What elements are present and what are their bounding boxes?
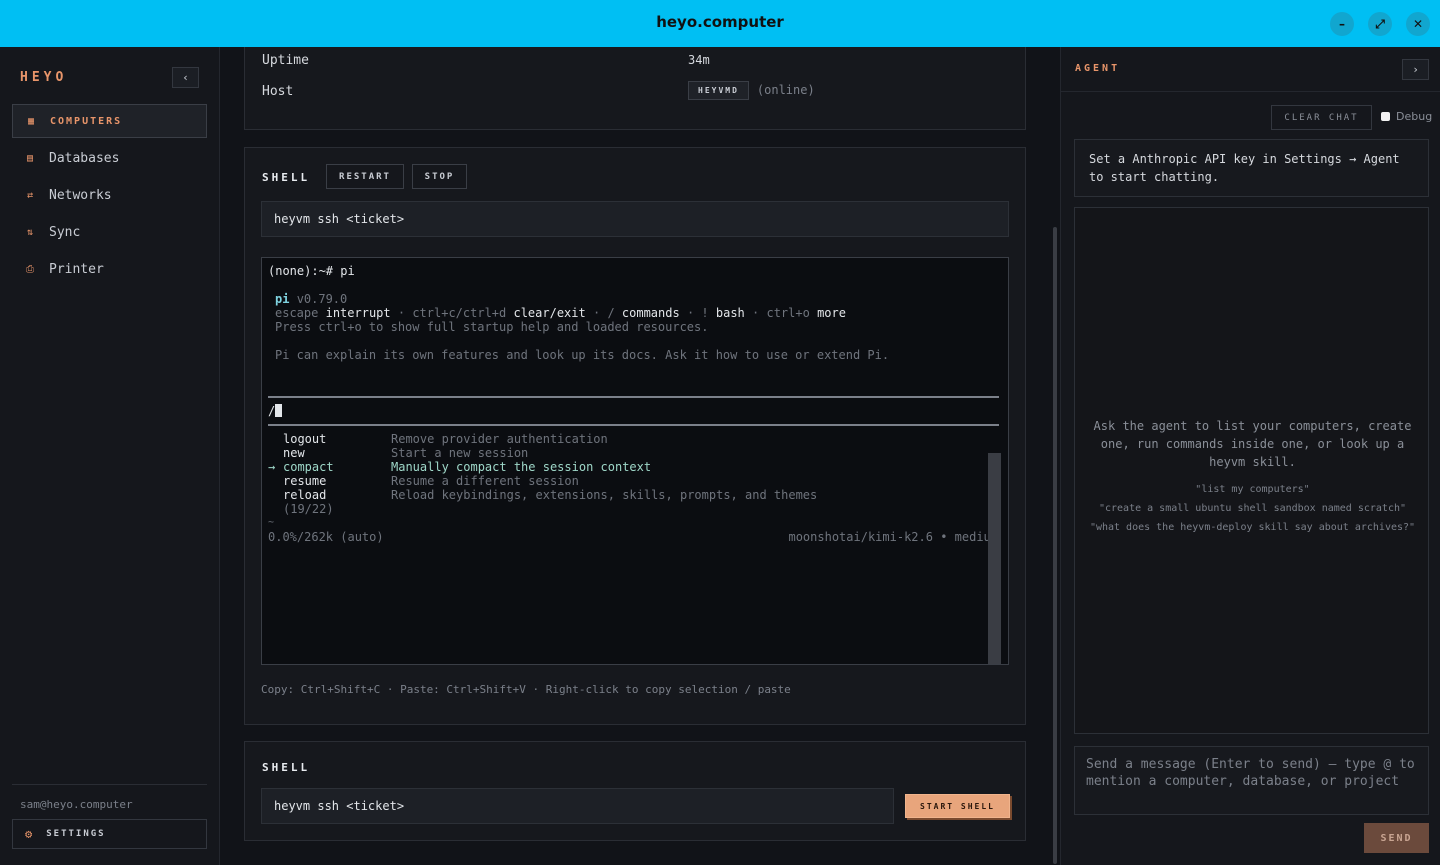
sidebar: HEYO ‹ ▦ COMPUTERS ▤ Databases ⇄ Network… — [0, 47, 220, 865]
menu-item-logout[interactable]: logout — [283, 432, 326, 446]
collapse-agent-button[interactable]: › — [1402, 59, 1429, 80]
menu-item-desc: Reload keybindings, extensions, skills, … — [391, 488, 818, 502]
close-button[interactable]: ✕ — [1406, 12, 1430, 36]
menu-item-compact[interactable]: compact — [283, 460, 334, 474]
debug-label: Debug — [1396, 110, 1433, 123]
start-shell-button[interactable]: START SHELL — [905, 794, 1010, 818]
main-content: Uptime 34m Host HEYVMD (online) SHELL RES… — [220, 47, 1060, 865]
debug-checkbox[interactable] — [1381, 112, 1390, 121]
send-button[interactable]: SEND — [1364, 823, 1429, 853]
stop-button[interactable]: STOP — [412, 164, 467, 189]
sidebar-item-label: Printer — [49, 261, 104, 277]
shell-card-2: SHELL heyvm ssh <ticket> START SHELL — [244, 741, 1026, 841]
menu-item-desc: Remove provider authentication — [391, 432, 608, 446]
window-title: heyo.computer — [656, 13, 784, 31]
agent-header: AGENT › — [1061, 47, 1440, 92]
sidebar-item-sync[interactable]: ⇅ Sync — [12, 215, 207, 249]
restart-button[interactable]: RESTART — [326, 164, 404, 189]
sync-icon: ⇅ — [26, 226, 34, 238]
title-bar: heyo.computer – ⤢ ✕ — [0, 0, 1440, 47]
close-icon: ✕ — [1412, 17, 1424, 31]
databases-icon: ▤ — [26, 152, 34, 164]
minimize-button[interactable]: – — [1330, 12, 1354, 36]
menu-count: (19/22) — [283, 502, 334, 516]
help-line: Press ctrl+o to show full startup help a… — [275, 320, 709, 334]
sidebar-item-printer[interactable]: ⎙ Printer — [12, 252, 207, 286]
sidebar-item-networks[interactable]: ⇄ Networks — [12, 178, 207, 212]
sidebar-item-label: COMPUTERS — [50, 115, 123, 127]
clipboard-hint: Copy: Ctrl+Shift+C · Paste: Ctrl+Shift+V… — [261, 683, 791, 696]
ssh-command-field[interactable]: heyvm ssh <ticket> — [261, 788, 894, 824]
chevron-right-icon: › — [1412, 63, 1419, 76]
message-input[interactable] — [1074, 746, 1429, 815]
printer-icon: ⎙ — [26, 263, 34, 275]
host-badge[interactable]: HEYVMD — [688, 81, 749, 100]
gear-icon: ⚙ — [25, 827, 35, 841]
sidebar-item-label: Databases — [49, 150, 120, 166]
terminal-prompt: (none):~# pi — [268, 264, 355, 278]
sidebar-item-label: Networks — [49, 187, 112, 203]
menu-item-reload[interactable]: reload — [283, 488, 326, 502]
maximize-icon: ⤢ — [1375, 16, 1385, 31]
main-scrollbar[interactable] — [1053, 227, 1057, 864]
networks-icon: ⇄ — [26, 189, 34, 201]
computers-icon: ▦ — [27, 115, 35, 127]
shell-title: SHELL — [262, 761, 311, 774]
menu-item-desc: Manually compact the session context — [391, 460, 652, 474]
host-value: HEYVMD (online) — [688, 81, 815, 100]
suggestion-item[interactable]: "list my computers" — [1075, 484, 1430, 495]
shell-title: SHELL — [262, 171, 311, 184]
brand-logo: HEYO — [20, 70, 68, 85]
empty-state-text: Ask the agent to list your computers, cr… — [1093, 419, 1412, 469]
terminal-scrollbar[interactable] — [988, 453, 1001, 664]
context-usage: 0.0%/262k (auto) — [268, 530, 384, 544]
debug-toggle[interactable]: Debug — [1381, 110, 1432, 123]
cursor-block — [275, 404, 283, 417]
terminal[interactable]: (none):~# pi pi v0.79.0 escape interrupt… — [261, 257, 1009, 665]
terminal-input-line[interactable]: / — [268, 404, 283, 418]
sidebar-item-databases[interactable]: ▤ Databases — [12, 141, 207, 175]
api-key-notice: Set a Anthropic API key in Settings → Ag… — [1074, 139, 1429, 197]
sidebar-item-label: Sync — [49, 224, 81, 240]
menu-item-resume[interactable]: resume — [283, 474, 326, 488]
sidebar-item-computers[interactable]: ▦ COMPUTERS — [12, 104, 207, 138]
terminal-rule-bottom — [268, 424, 999, 426]
chat-area: Ask the agent to list your computers, cr… — [1074, 207, 1429, 734]
agent-panel: AGENT › CLEAR CHAT Debug Set a Anthropic… — [1060, 47, 1440, 865]
pi-version-line: pi v0.79.0 — [275, 292, 348, 306]
uptime-value: 34m — [688, 53, 710, 67]
minimize-icon: – — [1339, 17, 1345, 31]
user-email: sam@heyo.computer — [20, 798, 133, 811]
sidebar-divider — [12, 784, 207, 785]
uptime-label: Uptime — [262, 53, 309, 68]
pi-keys-line: escape interrupt · ctrl+c/ctrl+d clear/e… — [275, 306, 846, 320]
shell-card: SHELL RESTART STOP heyvm ssh <ticket> (n… — [244, 147, 1026, 725]
collapse-sidebar-button[interactable]: ‹ — [172, 67, 199, 88]
host-label: Host — [262, 84, 294, 99]
selected-arrow-icon: → — [268, 460, 276, 474]
menu-item-new[interactable]: new — [283, 446, 305, 460]
terminal-rule-top — [268, 396, 999, 398]
agent-title: AGENT — [1075, 63, 1121, 74]
clear-chat-button[interactable]: CLEAR CHAT — [1271, 105, 1372, 130]
settings-label: SETTINGS — [46, 829, 106, 839]
suggestion-item[interactable]: "create a small ubuntu shell sandbox nam… — [1075, 503, 1430, 514]
computer-details-card: Uptime 34m Host HEYVMD (online) — [244, 47, 1026, 130]
suggestion-item[interactable]: "what does the heyvm-deploy skill say ab… — [1075, 522, 1430, 533]
menu-item-desc: Start a new session — [391, 446, 529, 460]
about-line: Pi can explain its own features and look… — [275, 348, 890, 362]
model-status: moonshotai/kimi-k2.6 • medium — [788, 530, 998, 544]
menu-item-desc: Resume a different session — [391, 474, 579, 488]
chevron-left-icon: ‹ — [182, 71, 189, 84]
settings-button[interactable]: ⚙ SETTINGS — [12, 819, 207, 849]
maximize-button[interactable]: ⤢ — [1368, 12, 1392, 36]
ssh-command-field[interactable]: heyvm ssh <ticket> — [261, 201, 1009, 237]
host-status: (online) — [756, 83, 815, 97]
tilde: ~ — [268, 517, 275, 528]
